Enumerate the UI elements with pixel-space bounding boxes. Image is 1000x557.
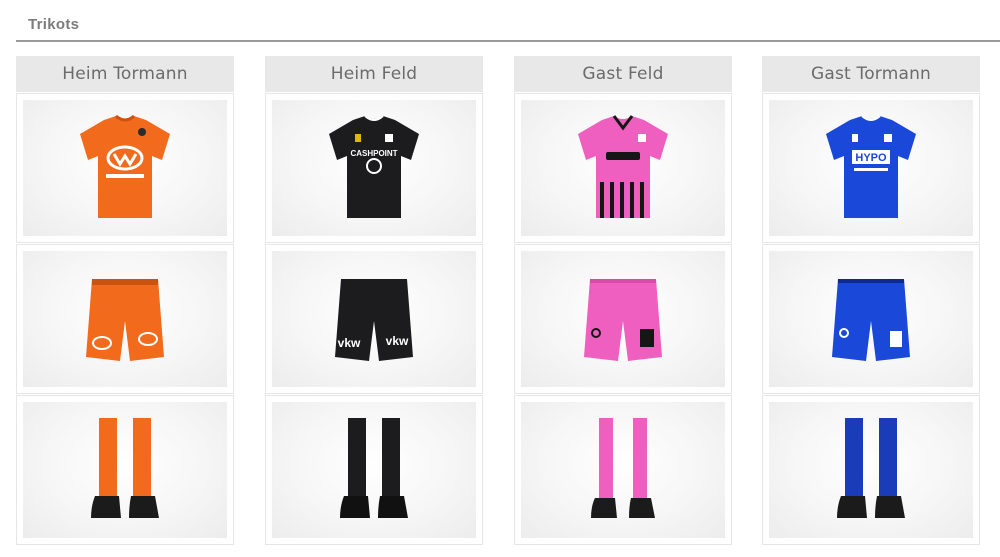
column-header: Gast Tormann bbox=[762, 56, 980, 92]
jersey-image[interactable]: CASHPOINT bbox=[272, 100, 476, 236]
column-header: Heim Tormann bbox=[16, 56, 234, 92]
shorts-sponsor-left: vkw bbox=[338, 336, 361, 350]
jersey-cell[interactable] bbox=[514, 93, 732, 243]
socks-cell[interactable] bbox=[265, 395, 483, 545]
jersey-cell[interactable]: CASHPOINT bbox=[265, 93, 483, 243]
socks-image[interactable] bbox=[769, 402, 973, 538]
kit-column-gast-feld: Gast Feld bbox=[514, 56, 732, 545]
jersey-image[interactable] bbox=[521, 100, 725, 236]
section-title: Trikots bbox=[28, 16, 80, 33]
socks-image[interactable] bbox=[272, 402, 476, 538]
shorts-sponsor-right: vkw bbox=[386, 334, 409, 348]
shorts-cell[interactable]: vkw vkw bbox=[265, 244, 483, 394]
shorts-cell[interactable] bbox=[16, 244, 234, 394]
socks-cell[interactable] bbox=[16, 395, 234, 545]
jersey-cell[interactable]: HYPO bbox=[762, 93, 980, 243]
shorts-image[interactable] bbox=[521, 251, 725, 387]
jersey-sponsor: HYPO bbox=[855, 152, 887, 164]
section-divider bbox=[16, 40, 1000, 42]
shorts-image[interactable] bbox=[23, 251, 227, 387]
shorts-image[interactable]: vkw vkw bbox=[272, 251, 476, 387]
socks-image[interactable] bbox=[521, 402, 725, 538]
jersey-image[interactable] bbox=[23, 100, 227, 236]
kit-column-heim-feld: Heim Feld CASHPOINT vkw vkw bbox=[265, 56, 483, 545]
jersey-sponsor: CASHPOINT bbox=[350, 149, 397, 158]
socks-cell[interactable] bbox=[762, 395, 980, 545]
shorts-cell[interactable] bbox=[762, 244, 980, 394]
shorts-image[interactable] bbox=[769, 251, 973, 387]
socks-cell[interactable] bbox=[514, 395, 732, 545]
socks-image[interactable] bbox=[23, 402, 227, 538]
shorts-cell[interactable] bbox=[514, 244, 732, 394]
kit-column-heim-tormann: Heim Tormann bbox=[16, 56, 234, 545]
jersey-cell[interactable] bbox=[16, 93, 234, 243]
column-header: Heim Feld bbox=[265, 56, 483, 92]
column-header: Gast Feld bbox=[514, 56, 732, 92]
jersey-image[interactable]: HYPO bbox=[769, 100, 973, 236]
kit-column-gast-tormann: Gast Tormann HYPO bbox=[762, 56, 980, 545]
